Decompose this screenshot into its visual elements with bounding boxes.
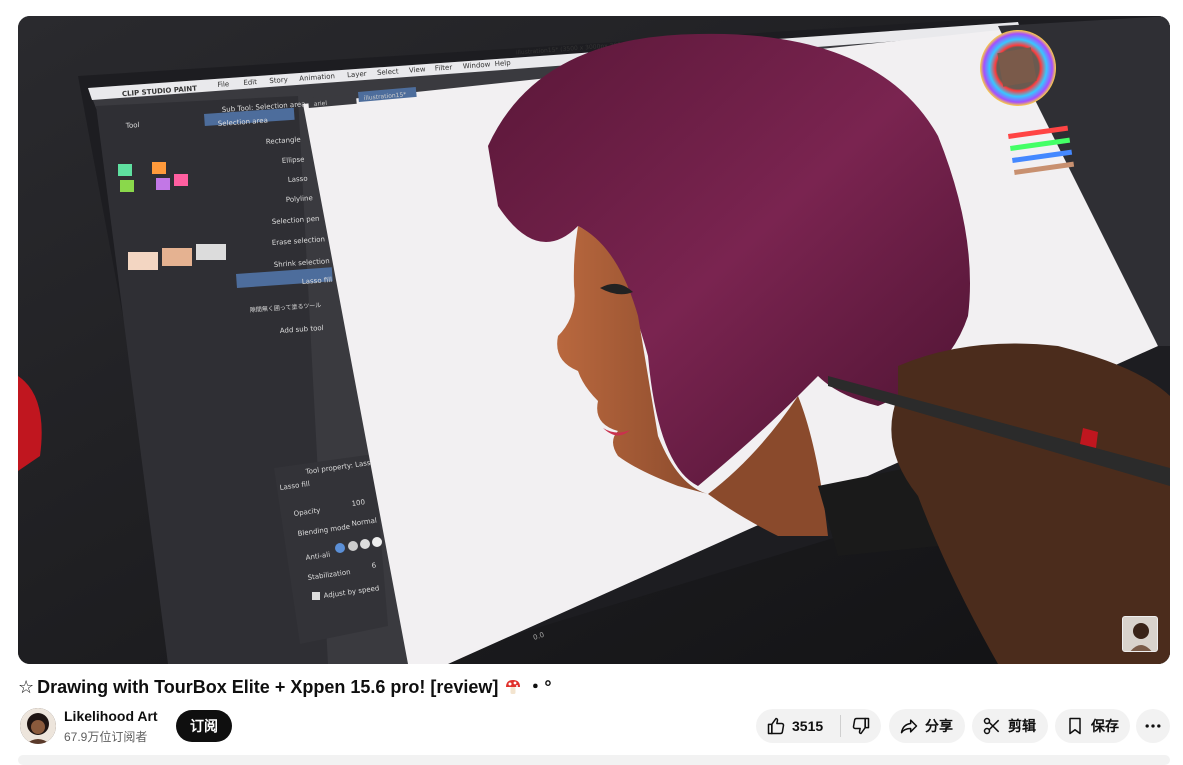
subscribe-button[interactable]: 订阅 (176, 710, 232, 742)
clip-button[interactable]: 剪辑 (972, 709, 1048, 743)
svg-text:Lasso: Lasso (288, 175, 308, 184)
svg-text:Ellipse: Ellipse (282, 155, 305, 165)
more-actions-button[interactable] (1136, 709, 1170, 743)
svg-text:Tool: Tool (125, 121, 140, 130)
description-box-edge[interactable] (18, 755, 1170, 765)
like-dislike-group: 3515 (756, 709, 881, 743)
title-suffix: ・° (526, 677, 552, 697)
save-label: 保存 (1091, 718, 1119, 734)
svg-text:Select: Select (377, 67, 399, 77)
svg-text:Help: Help (494, 59, 511, 68)
title-star: ☆ (18, 677, 35, 697)
svg-text:Edit: Edit (243, 78, 257, 87)
more-horizontal-icon (1145, 724, 1161, 728)
bookmark-icon (1069, 717, 1081, 735)
video-title: ☆ Drawing with TourBox Elite + Xppen 15.6… (18, 676, 1168, 698)
subscriber-count: 67.9万位订阅者 (64, 730, 148, 744)
title-text: Drawing with TourBox Elite + Xppen 15.6 … (37, 677, 499, 697)
thumbs-up-icon (767, 717, 785, 735)
share-button[interactable]: 分享 (889, 709, 965, 743)
video-player[interactable]: CLIP STUDIO PAINT File Edit Story Animat… (18, 16, 1170, 664)
video-frame: CLIP STUDIO PAINT File Edit Story Animat… (18, 16, 1170, 664)
canvas-tab-ariel[interactable]: ariel (314, 100, 328, 108)
save-button[interactable]: 保存 (1055, 709, 1130, 743)
svg-text:Filter: Filter (435, 63, 453, 72)
mushroom-icon (506, 680, 521, 694)
svg-text:View: View (409, 65, 426, 74)
clip-label: 剪辑 (1008, 718, 1036, 734)
svg-text:Layer: Layer (347, 70, 367, 79)
thumbs-down-icon (852, 717, 870, 735)
channel-name[interactable]: Likelihood Art (64, 708, 158, 724)
scissors-icon (983, 717, 1000, 735)
channel-avatar[interactable] (20, 708, 56, 744)
like-button[interactable]: 3515 (756, 709, 840, 743)
dislike-button[interactable] (841, 709, 881, 743)
like-count: 3515 (792, 718, 824, 734)
channel-watermark[interactable] (1122, 616, 1158, 652)
owner-row: Likelihood Art 67.9万位订阅者 订阅 3515 分享 剪辑 保… (18, 706, 1170, 746)
share-arrow-icon (900, 719, 918, 734)
svg-text:File: File (217, 80, 229, 89)
share-label: 分享 (925, 718, 953, 734)
svg-text:Story: Story (269, 76, 288, 85)
